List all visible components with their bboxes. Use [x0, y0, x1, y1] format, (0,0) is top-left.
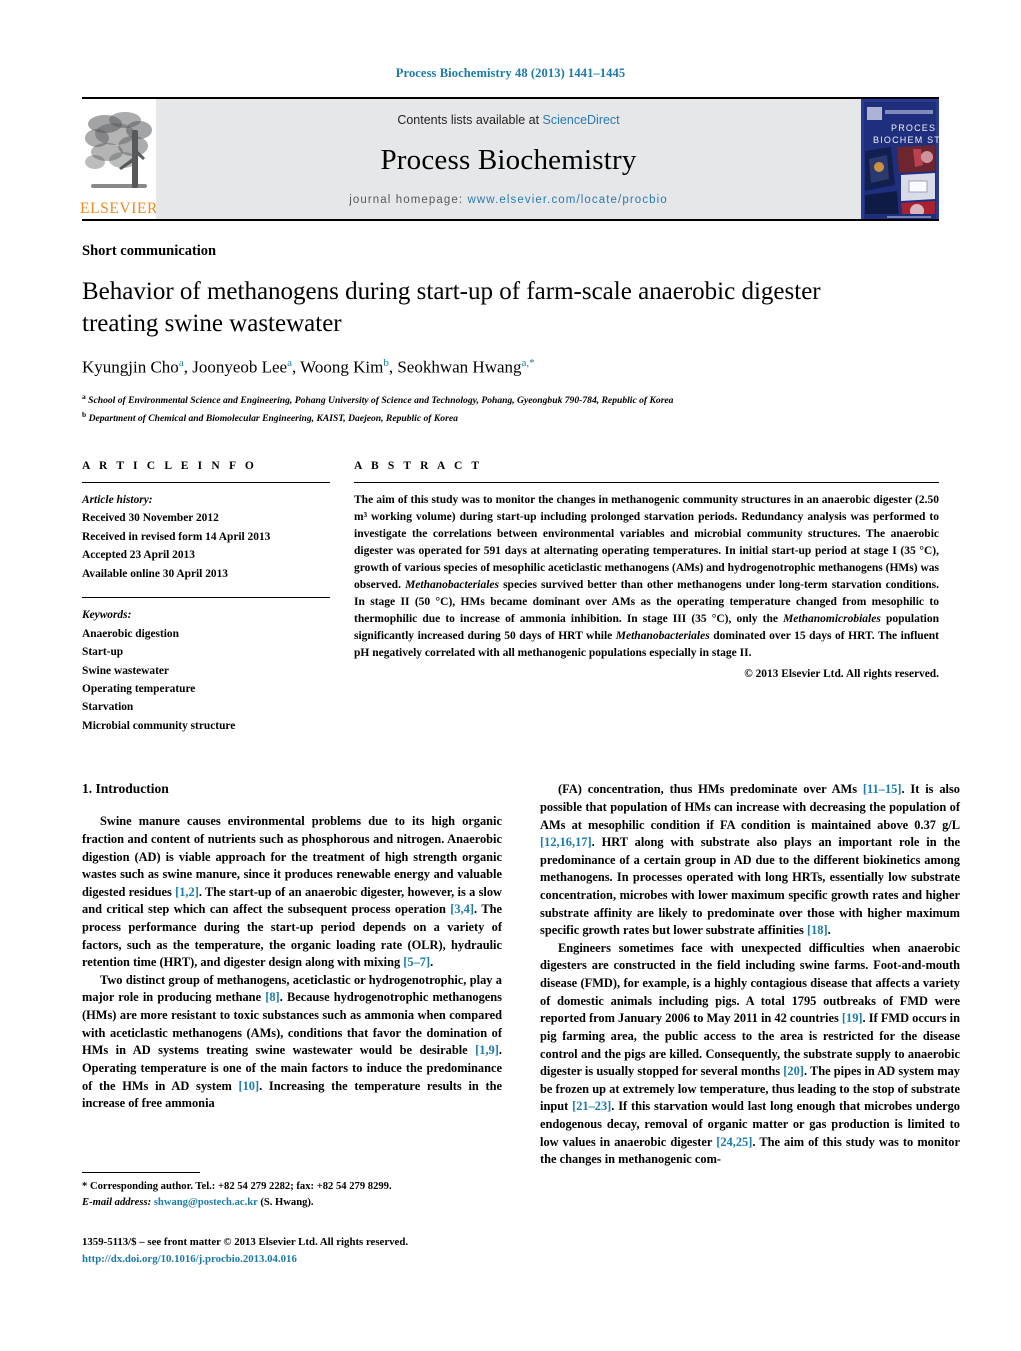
email-note: E-mail address: shwang@postech.ac.kr (S.…	[82, 1195, 502, 1211]
keyword-item: Operating temperature	[82, 682, 196, 695]
journal-title: Process Biochemistry	[380, 144, 637, 176]
article-type: Short communication	[82, 243, 217, 259]
abstract-copyright: © 2013 Elsevier Ltd. All rights reserved…	[744, 667, 939, 680]
keyword-item: Start-up	[82, 646, 124, 659]
homepage-prefix: journal homepage:	[349, 194, 468, 206]
affiliation-b-text: Department of Chemical and Biomolecular …	[88, 412, 458, 424]
affiliation-a: a School of Environmental Science and En…	[82, 391, 939, 409]
paper-page: Process Biochemistry 48 (2013) 1441–1445	[0, 0, 1021, 1351]
body-column-right: (FA) concentration, thus HMs predominate…	[540, 781, 960, 1168]
article-header: Short communication Behavior of methanog…	[82, 243, 939, 427]
contents-prefix: Contents lists available at	[397, 113, 543, 127]
affiliation-a-text: School of Environmental Science and Engi…	[88, 394, 674, 406]
article-info-column: A R T I C L E I N F O Article history: R…	[82, 460, 354, 736]
journal-cover-thumbnail: PROCES BIOCHEM STR	[861, 99, 939, 219]
running-head: Process Biochemistry 48 (2013) 1441–1445	[395, 66, 626, 80]
page-footer: 1359-5113/$ – see front matter © 2013 El…	[82, 1234, 602, 1267]
footnote-rule	[82, 1172, 200, 1173]
doi-link[interactable]: http://dx.doi.org/10.1016/j.procbio.2013…	[82, 1251, 602, 1268]
keyword-item: Swine wastewater	[82, 664, 169, 677]
affiliation-marker-a: a	[82, 391, 86, 401]
keyword-item: Anaerobic digestion	[82, 627, 179, 640]
issn-line: 1359-5113/$ – see front matter © 2013 El…	[82, 1236, 409, 1248]
article-history-block: Article history: Received 30 November 20…	[82, 483, 330, 583]
homepage-url-link[interactable]: www.elsevier.com/locate/procbio	[467, 194, 667, 206]
sciencedirect-link[interactable]: ScienceDirect	[543, 113, 620, 127]
cover-artwork: PROCES BIOCHEM STR	[861, 99, 939, 219]
affiliation-marker-b: b	[82, 409, 87, 419]
email-label: E-mail address:	[82, 1196, 152, 1208]
paragraph: Two distinct group of methanogens, aceti…	[82, 972, 502, 1111]
abstract-text: The aim of this study was to monitor the…	[354, 493, 939, 659]
author-list: Kyungjin Choa, Joonyeob Leea, Woong Kimb…	[82, 357, 535, 377]
elsevier-wordmark: ELSEVIER	[80, 199, 158, 217]
corresponding-author-note: * Corresponding author. Tel.: +82 54 279…	[82, 1181, 392, 1192]
article-history-label: Article history:	[82, 493, 153, 506]
history-item: Available online 30 April 2013	[82, 567, 228, 580]
contents-list-line: Contents lists available at ScienceDirec…	[397, 113, 619, 127]
article-info-label: A R T I C L E I N F O	[82, 459, 257, 472]
keywords-block: Keywords: Anaerobic digestion Start-up S…	[82, 598, 330, 735]
history-item: Accepted 23 April 2013	[82, 549, 195, 562]
keyword-item: Starvation	[82, 701, 134, 714]
affiliation-b: b Department of Chemical and Biomolecula…	[82, 409, 939, 427]
email-link[interactable]: shwang@postech.ac.kr	[154, 1197, 258, 1208]
history-item: Received 30 November 2012	[82, 512, 219, 525]
masthead-center: Contents lists available at ScienceDirec…	[156, 99, 861, 219]
info-abstract-band: A R T I C L E I N F O Article history: R…	[82, 460, 939, 736]
journal-masthead: ELSEVIER Contents lists available at Sci…	[80, 97, 939, 221]
paragraph: (FA) concentration, thus HMs predominate…	[540, 782, 960, 938]
keywords-label: Keywords:	[82, 609, 132, 622]
email-suffix: (S. Hwang).	[260, 1196, 314, 1208]
section-heading-introduction: 1. Introduction	[82, 781, 169, 797]
page-title: Behavior of methanogens during start-up …	[82, 278, 821, 337]
elsevier-tree-icon	[85, 111, 152, 188]
svg-text:PROCES: PROCES	[891, 123, 936, 133]
body-columns: 1. Introduction Swine manure causes envi…	[82, 781, 960, 1168]
journal-homepage-line: journal homepage: www.elsevier.com/locat…	[349, 194, 668, 206]
history-item: Received in revised form 14 April 2013	[82, 530, 271, 543]
paragraph: Engineers sometimes face with unexpected…	[540, 940, 961, 1167]
abstract-column: A B S T R A C T The aim of this study wa…	[354, 460, 939, 736]
footnote-area: * Corresponding author. Tel.: +82 54 279…	[82, 1172, 502, 1211]
paragraph: Swine manure causes environmental proble…	[82, 814, 502, 970]
abstract-label: A B S T R A C T	[354, 459, 483, 472]
body-column-left: 1. Introduction Swine manure causes envi…	[82, 781, 502, 1168]
keyword-item: Microbial community structure	[82, 719, 236, 732]
svg-text:BIOCHEM STR: BIOCHEM STR	[873, 135, 939, 145]
elsevier-logo: ELSEVIER	[80, 99, 158, 219]
